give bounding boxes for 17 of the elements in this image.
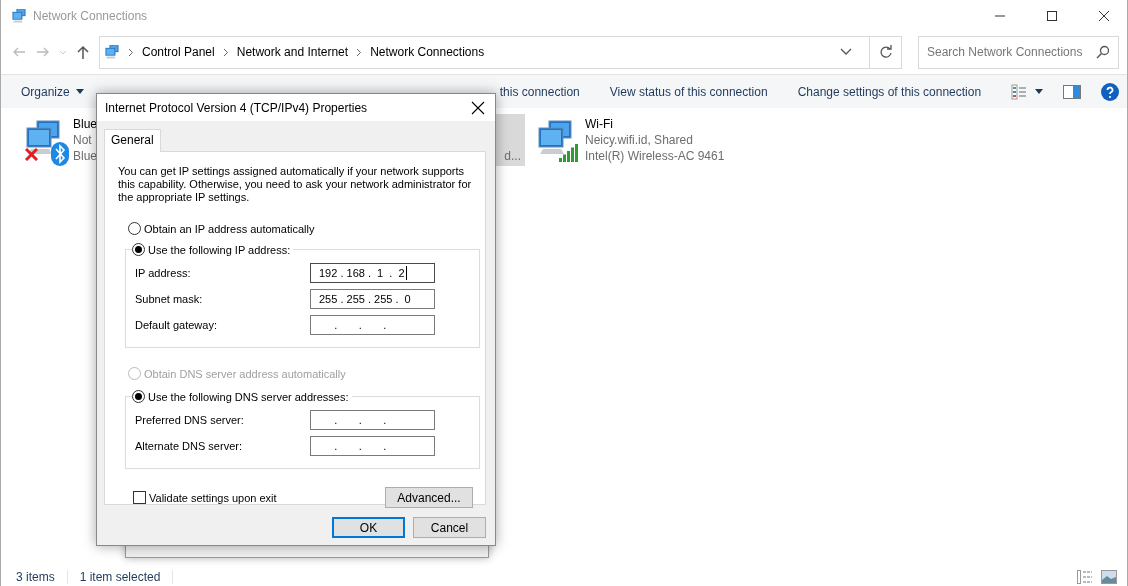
connection-name: Blue	[73, 116, 98, 132]
dialog-title: Internet Protocol Version 4 (TCP/IPv4) Properties	[105, 100, 369, 115]
adapter-name: d...	[504, 148, 521, 164]
field-label: Preferred DNS server:	[135, 414, 245, 426]
status-text: 3 items	[16, 570, 68, 584]
adapter-name: Intel(R) Wireless-AC 9461	[585, 148, 725, 164]
status-text: 1 item selected	[79, 570, 174, 584]
description-text: You can get IP settings assigned automatically if your network supports this capability. Otherwise, you need to ask your network administrator for the appropriate IP settings.	[118, 165, 473, 204]
window-title: Network Connections	[33, 9, 148, 23]
field-label: Subnet mask:	[135, 293, 204, 305]
connection-status: Not	[73, 132, 92, 148]
connection-name: Wi-Fi	[585, 116, 613, 132]
connection-status: Neicy.wifi.id, Shared	[585, 132, 693, 148]
adapter-name: Blue	[73, 148, 98, 164]
field-label: Default gateway:	[135, 319, 218, 331]
field-label: IP address:	[135, 267, 192, 279]
field-label: Alternate DNS server:	[135, 440, 243, 452]
